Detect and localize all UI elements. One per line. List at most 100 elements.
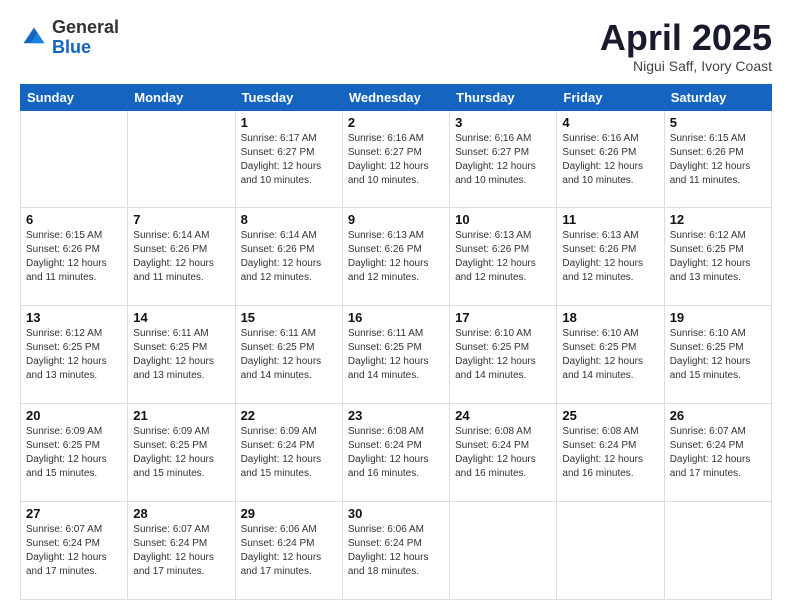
day-info: Sunrise: 6:10 AMSunset: 6:25 PMDaylight:…: [455, 327, 551, 383]
day-info: Sunrise: 6:16 AMSunset: 6:27 PMDaylight:…: [455, 132, 551, 188]
day-number: 7: [133, 212, 229, 227]
table-row: 9 Sunrise: 6:13 AMSunset: 6:26 PMDaylight…: [342, 208, 449, 306]
day-info: Sunrise: 6:09 AMSunset: 6:24 PMDaylight:…: [241, 425, 337, 481]
table-row: 18Sunrise: 6:10 AMSunset: 6:25 PMDayligh…: [557, 306, 664, 404]
day-info: Sunrise: 6:08 AMSunset: 6:24 PMDaylight:…: [455, 425, 551, 481]
calendar-week-row: 27 Sunrise: 6:07 AMSunset: 6:24 PMDayligh…: [21, 502, 772, 600]
day-info: Sunrise: 6:11 AMSunset: 6:25 PMDaylight:…: [241, 327, 337, 383]
page: General Blue April 2025 Nigui Saff, Ivor…: [0, 0, 792, 612]
day-number: 30: [348, 506, 444, 521]
table-row: 12 Sunrise: 6:12 AMSunset: 6:25 PMDayligh…: [664, 208, 771, 306]
calendar-week-row: 20 Sunrise: 6:09 AMSunset: 6:25 PMDayligh…: [21, 404, 772, 502]
day-info: Sunrise: 6:13 AMSunset: 6:26 PMDaylight:…: [348, 229, 444, 285]
logo-blue-text: Blue: [52, 38, 119, 58]
day-number: 10: [455, 212, 551, 227]
day-info: Sunrise: 6:06 AMSunset: 6:24 PMDaylight:…: [241, 523, 337, 579]
table-row: 10Sunrise: 6:13 AMSunset: 6:26 PMDayligh…: [450, 208, 557, 306]
col-tuesday: Tuesday: [235, 84, 342, 110]
day-info: Sunrise: 6:11 AMSunset: 6:25 PMDaylight:…: [348, 327, 444, 383]
logo-icon: [20, 24, 48, 52]
day-info: Sunrise: 6:16 AMSunset: 6:27 PMDaylight:…: [348, 132, 444, 188]
day-info: Sunrise: 6:14 AMSunset: 6:26 PMDaylight:…: [241, 229, 337, 285]
day-info: Sunrise: 6:11 AMSunset: 6:25 PMDaylight:…: [133, 327, 229, 383]
day-info: Sunrise: 6:07 AMSunset: 6:24 PMDaylight:…: [26, 523, 122, 579]
day-info: Sunrise: 6:06 AMSunset: 6:24 PMDaylight:…: [348, 523, 444, 579]
table-row: 30 Sunrise: 6:06 AMSunset: 6:24 PMDayligh…: [342, 502, 449, 600]
day-info: Sunrise: 6:14 AMSunset: 6:26 PMDaylight:…: [133, 229, 229, 285]
day-info: Sunrise: 6:13 AMSunset: 6:26 PMDaylight:…: [562, 229, 658, 285]
table-row: 17 Sunrise: 6:10 AMSunset: 6:25 PMDayligh…: [450, 306, 557, 404]
day-number: 13: [26, 310, 122, 325]
table-row: 23Sunrise: 6:08 AMSunset: 6:24 PMDayligh…: [342, 404, 449, 502]
table-row: 3 Sunrise: 6:16 AMSunset: 6:27 PMDaylight…: [450, 110, 557, 208]
day-number: 22: [241, 408, 337, 423]
day-number: 29: [241, 506, 337, 521]
table-row: 14 Sunrise: 6:11 AMSunset: 6:25 PMDayligh…: [128, 306, 235, 404]
day-number: 14: [133, 310, 229, 325]
day-info: Sunrise: 6:08 AMSunset: 6:24 PMDaylight:…: [562, 425, 658, 481]
table-row: 24 Sunrise: 6:08 AMSunset: 6:24 PMDayligh…: [450, 404, 557, 502]
day-number: 24: [455, 408, 551, 423]
logo: General Blue: [20, 18, 119, 58]
table-row: [557, 502, 664, 600]
day-number: 21: [133, 408, 229, 423]
table-row: 25Sunrise: 6:08 AMSunset: 6:24 PMDayligh…: [557, 404, 664, 502]
day-number: 20: [26, 408, 122, 423]
day-info: Sunrise: 6:15 AMSunset: 6:26 PMDaylight:…: [670, 132, 766, 188]
day-info: Sunrise: 6:10 AMSunset: 6:25 PMDaylight:…: [670, 327, 766, 383]
title-location: Nigui Saff, Ivory Coast: [600, 58, 772, 74]
table-row: [664, 502, 771, 600]
day-number: 9: [348, 212, 444, 227]
day-number: 26: [670, 408, 766, 423]
day-info: Sunrise: 6:16 AMSunset: 6:26 PMDaylight:…: [562, 132, 658, 188]
title-block: April 2025 Nigui Saff, Ivory Coast: [600, 18, 772, 74]
table-row: 15Sunrise: 6:11 AMSunset: 6:25 PMDayligh…: [235, 306, 342, 404]
table-row: 4 Sunrise: 6:16 AMSunset: 6:26 PMDaylight…: [557, 110, 664, 208]
day-info: Sunrise: 6:07 AMSunset: 6:24 PMDaylight:…: [133, 523, 229, 579]
col-wednesday: Wednesday: [342, 84, 449, 110]
day-info: Sunrise: 6:09 AMSunset: 6:25 PMDaylight:…: [26, 425, 122, 481]
col-thursday: Thursday: [450, 84, 557, 110]
table-row: 1 Sunrise: 6:17 AMSunset: 6:27 PMDaylight…: [235, 110, 342, 208]
day-info: Sunrise: 6:09 AMSunset: 6:25 PMDaylight:…: [133, 425, 229, 481]
table-row: [128, 110, 235, 208]
calendar-week-row: 13Sunrise: 6:12 AMSunset: 6:25 PMDayligh…: [21, 306, 772, 404]
day-number: 1: [241, 115, 337, 130]
table-row: 29 Sunrise: 6:06 AMSunset: 6:24 PMDayligh…: [235, 502, 342, 600]
col-monday: Monday: [128, 84, 235, 110]
day-number: 4: [562, 115, 658, 130]
table-row: 11 Sunrise: 6:13 AMSunset: 6:26 PMDayligh…: [557, 208, 664, 306]
day-info: Sunrise: 6:12 AMSunset: 6:25 PMDaylight:…: [670, 229, 766, 285]
table-row: 26 Sunrise: 6:07 AMSunset: 6:24 PMDayligh…: [664, 404, 771, 502]
day-info: Sunrise: 6:07 AMSunset: 6:24 PMDaylight:…: [670, 425, 766, 481]
day-number: 12: [670, 212, 766, 227]
header: General Blue April 2025 Nigui Saff, Ivor…: [20, 18, 772, 74]
table-row: 27 Sunrise: 6:07 AMSunset: 6:24 PMDayligh…: [21, 502, 128, 600]
day-info: Sunrise: 6:08 AMSunset: 6:24 PMDaylight:…: [348, 425, 444, 481]
table-row: 13Sunrise: 6:12 AMSunset: 6:25 PMDayligh…: [21, 306, 128, 404]
calendar-header-row: Sunday Monday Tuesday Wednesday Thursday…: [21, 84, 772, 110]
day-number: 17: [455, 310, 551, 325]
table-row: 19 Sunrise: 6:10 AMSunset: 6:25 PMDayligh…: [664, 306, 771, 404]
day-number: 8: [241, 212, 337, 227]
table-row: 5Sunrise: 6:15 AMSunset: 6:26 PMDaylight…: [664, 110, 771, 208]
table-row: [450, 502, 557, 600]
day-info: Sunrise: 6:17 AMSunset: 6:27 PMDaylight:…: [241, 132, 337, 188]
day-number: 6: [26, 212, 122, 227]
calendar-table: Sunday Monday Tuesday Wednesday Thursday…: [20, 84, 772, 600]
day-number: 3: [455, 115, 551, 130]
logo-general-text: General: [52, 18, 119, 38]
table-row: 8 Sunrise: 6:14 AMSunset: 6:26 PMDaylight…: [235, 208, 342, 306]
col-friday: Friday: [557, 84, 664, 110]
table-row: 6Sunrise: 6:15 AMSunset: 6:26 PMDaylight…: [21, 208, 128, 306]
table-row: 21 Sunrise: 6:09 AMSunset: 6:25 PMDayligh…: [128, 404, 235, 502]
calendar-week-row: 6Sunrise: 6:15 AMSunset: 6:26 PMDaylight…: [21, 208, 772, 306]
day-number: 11: [562, 212, 658, 227]
table-row: 20 Sunrise: 6:09 AMSunset: 6:25 PMDayligh…: [21, 404, 128, 502]
table-row: 16Sunrise: 6:11 AMSunset: 6:25 PMDayligh…: [342, 306, 449, 404]
calendar-week-row: 1 Sunrise: 6:17 AMSunset: 6:27 PMDaylight…: [21, 110, 772, 208]
day-number: 27: [26, 506, 122, 521]
table-row: 22 Sunrise: 6:09 AMSunset: 6:24 PMDayligh…: [235, 404, 342, 502]
logo-text: General Blue: [52, 18, 119, 58]
day-number: 19: [670, 310, 766, 325]
